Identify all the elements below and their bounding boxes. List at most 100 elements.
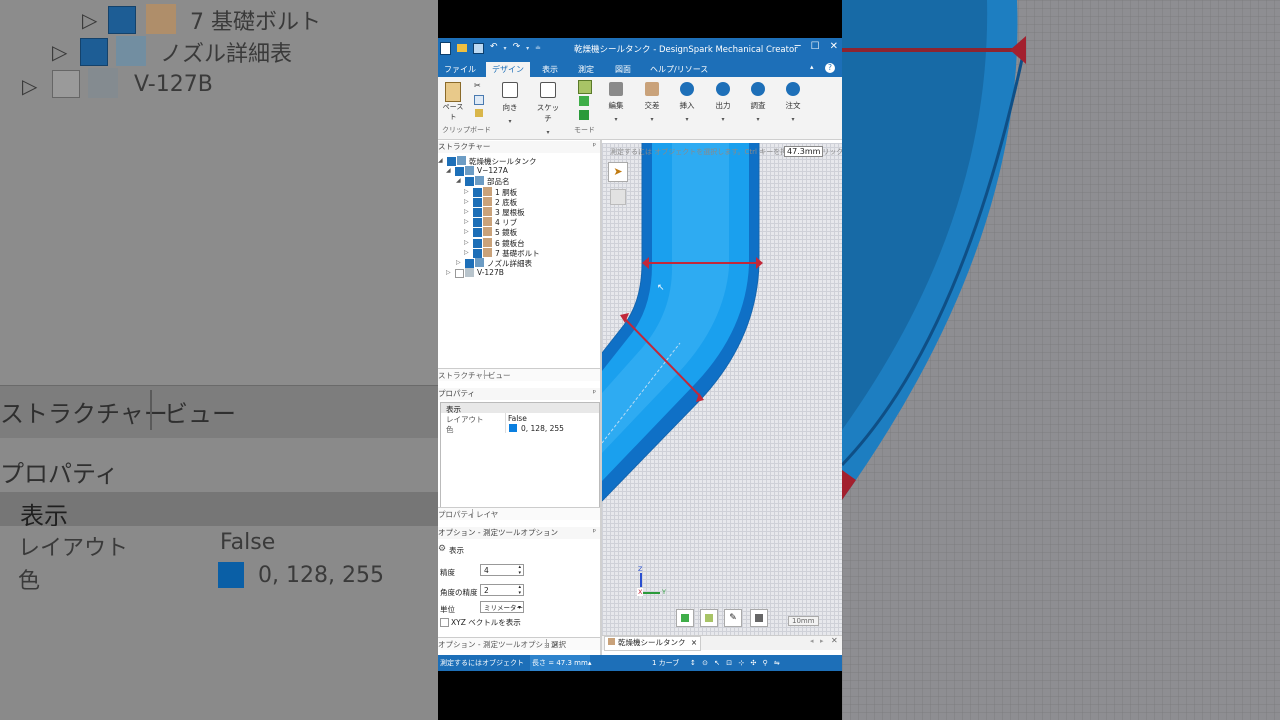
- tree-item[interactable]: ▷ 2 底板: [438, 196, 600, 207]
- visibility-checkbox[interactable]: [447, 157, 456, 166]
- insert-button[interactable]: 挿入 ▾: [673, 82, 701, 123]
- format-painter-icon[interactable]: [475, 109, 483, 117]
- tab-measure[interactable]: 測定: [572, 62, 600, 77]
- select-mode-icon[interactable]: [578, 80, 592, 94]
- visibility-checkbox[interactable]: [473, 187, 482, 197]
- cut-icon[interactable]: ✂: [474, 81, 481, 90]
- tree-item[interactable]: ▷ 3 屋根板: [438, 206, 600, 217]
- pin-icon[interactable]: ᵖ: [593, 141, 596, 150]
- visibility-checkbox[interactable]: [465, 258, 474, 268]
- visibility-checkbox[interactable]: [473, 207, 482, 217]
- section-mode-icon[interactable]: [579, 96, 589, 106]
- 3d-mode-icon[interactable]: [579, 110, 589, 120]
- tab-layers[interactable]: レイヤ: [476, 509, 498, 520]
- tab-file[interactable]: ファイル: [438, 62, 482, 77]
- pin-icon[interactable]: ᵖ: [593, 388, 596, 397]
- pin-icon[interactable]: ᵖ: [593, 527, 596, 536]
- save-icon[interactable]: [473, 43, 484, 54]
- visibility-checkbox[interactable]: [473, 218, 482, 228]
- orient-button[interactable]: 向き ▾: [496, 82, 524, 125]
- paste-button[interactable]: ペースト: [440, 82, 466, 122]
- scroll-left-icon[interactable]: ◂: [810, 637, 814, 645]
- visibility-checkbox[interactable]: [473, 228, 482, 238]
- scroll-right-icon[interactable]: ▸: [820, 637, 824, 645]
- spinner-icon[interactable]: ▴ ▾: [518, 584, 521, 596]
- close-button[interactable]: ✕: [830, 41, 838, 52]
- tab-help[interactable]: ヘルプ/リソース: [644, 62, 714, 77]
- pipe-model[interactable]: [602, 143, 842, 635]
- view-mode-button-2[interactable]: [700, 609, 718, 627]
- expand-icon[interactable]: ▷: [464, 228, 469, 235]
- tree-item[interactable]: ▷ ノズル詳細表: [438, 257, 600, 268]
- tab-selection[interactable]: 選択: [551, 639, 566, 650]
- tree-item[interactable]: ▷ V-127B: [438, 268, 600, 279]
- status-up-icon[interactable]: ▴: [588, 655, 592, 671]
- maximize-button[interactable]: ☐: [811, 41, 820, 52]
- close-tab-icon[interactable]: ×: [691, 638, 697, 647]
- view-mode-button-4[interactable]: [750, 609, 768, 627]
- tab-design[interactable]: デザイン: [486, 62, 530, 77]
- expand-icon[interactable]: ▷: [464, 208, 469, 215]
- property-row-layout[interactable]: レイアウト False: [441, 413, 599, 424]
- tab-drawing[interactable]: 図面: [609, 62, 637, 77]
- visibility-checkbox[interactable]: [473, 238, 482, 248]
- status-tools-icons[interactable]: ↕ ⊙ ↖ ⊡ ⊹ ✣ ⚲ ⇋: [690, 655, 782, 671]
- tree-item[interactable]: ◢ 乾燥機シールタンク: [438, 156, 600, 166]
- xyz-checkbox[interactable]: [440, 618, 449, 627]
- view-mode-button-1[interactable]: [676, 609, 694, 627]
- collapse-icon[interactable]: ◢: [456, 177, 461, 184]
- customize-qat-icon[interactable]: ≐: [535, 44, 541, 55]
- undo-dropdown-icon[interactable]: ▾: [504, 45, 507, 55]
- inspect-button[interactable]: 調査 ▾: [744, 82, 772, 123]
- angle-precision-input[interactable]: 2 ▴ ▾: [480, 584, 524, 596]
- tab-options[interactable]: オプション - 測定ツールオプション: [438, 639, 558, 650]
- close-all-icon[interactable]: ✕: [831, 636, 838, 645]
- design-viewport[interactable]: 測定するには オブジェクトを選択します。Ctrl キーを押しながらクリックして、…: [602, 143, 842, 635]
- tree-item[interactable]: ▷ 4 リブ: [438, 217, 600, 228]
- expand-icon[interactable]: ▷: [464, 198, 469, 205]
- help-button[interactable]: ?: [825, 63, 835, 73]
- expand-icon[interactable]: ▷: [464, 239, 469, 246]
- tab-structure[interactable]: ストラクチャー: [438, 370, 490, 381]
- view-mode-button-3[interactable]: ✎: [724, 609, 742, 627]
- app-icon[interactable]: [440, 42, 451, 55]
- redo-dropdown-icon[interactable]: ▾: [526, 45, 529, 55]
- visibility-checkbox[interactable]: [465, 177, 474, 187]
- property-row-color[interactable]: 色 0, 128, 255: [441, 423, 599, 434]
- visibility-checkbox[interactable]: [455, 269, 464, 279]
- tree-item[interactable]: ▷ 5 鏡板: [438, 227, 600, 238]
- output-button[interactable]: 出力 ▾: [709, 82, 737, 123]
- intersect-button[interactable]: 交差 ▾: [638, 82, 666, 123]
- expand-icon[interactable]: ▷: [446, 269, 451, 276]
- spinner-icon[interactable]: ▴ ▾: [518, 564, 521, 576]
- tab-view[interactable]: ビュー: [488, 370, 511, 381]
- minimize-button[interactable]: ─: [795, 41, 801, 52]
- visibility-checkbox[interactable]: [455, 167, 464, 177]
- tab-display[interactable]: 表示: [536, 62, 564, 77]
- tree-item[interactable]: ◢ 部品名: [438, 176, 600, 187]
- unit-select[interactable]: ミリメーター ▾: [480, 601, 524, 613]
- tab-properties[interactable]: プロパティ: [438, 509, 475, 520]
- precision-input[interactable]: 4 ▴ ▾: [480, 564, 524, 576]
- collapse-icon[interactable]: ◢: [446, 167, 451, 174]
- expand-icon[interactable]: ▷: [456, 259, 461, 266]
- expand-icon[interactable]: ▷: [464, 249, 469, 256]
- measure-tool-icon[interactable]: [610, 189, 626, 205]
- visibility-checkbox[interactable]: [473, 248, 482, 258]
- visibility-checkbox[interactable]: [473, 197, 482, 207]
- tree-item[interactable]: ▷ 6 鏡板台: [438, 237, 600, 248]
- copy-icon[interactable]: [474, 95, 484, 105]
- open-icon[interactable]: [457, 44, 467, 52]
- tree-item[interactable]: ▷ 7 基礎ボルト: [438, 247, 600, 258]
- expand-icon[interactable]: ▷: [464, 188, 469, 195]
- order-button[interactable]: 注文 ▾: [779, 82, 807, 123]
- sketch-button[interactable]: スケッチ ▾: [534, 82, 562, 136]
- undo-icon[interactable]: ↶: [490, 42, 498, 55]
- select-tool-icon[interactable]: ➤: [608, 162, 628, 182]
- expand-icon[interactable]: ▷: [464, 218, 469, 225]
- collapse-ribbon-icon[interactable]: ▴: [810, 63, 814, 71]
- tree-item[interactable]: ▷ 1 胴板: [438, 186, 600, 197]
- edit-button[interactable]: 編集 ▾: [602, 82, 630, 123]
- redo-icon[interactable]: ↷: [513, 42, 521, 55]
- collapse-icon[interactable]: ◢: [438, 157, 443, 164]
